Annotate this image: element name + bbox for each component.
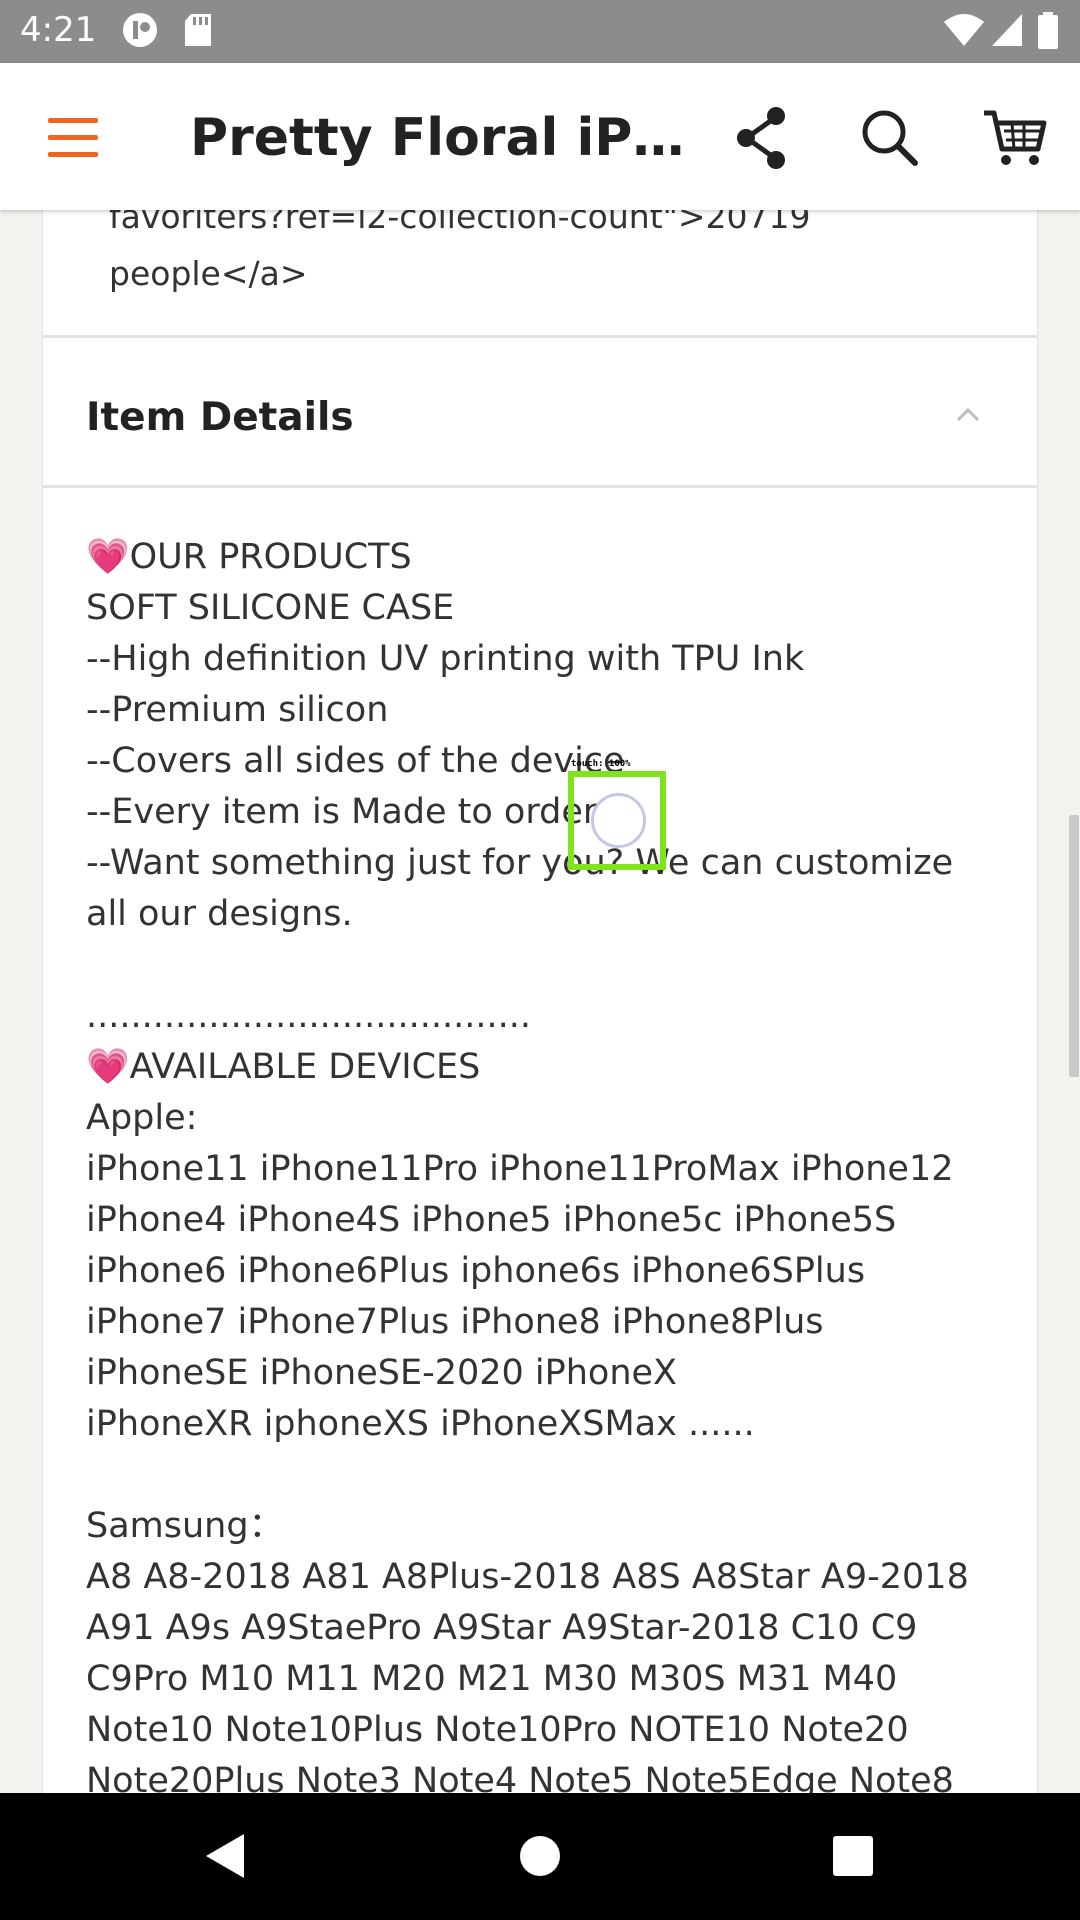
- detail-line: ........................................: [86, 996, 532, 1036]
- home-icon[interactable]: [515, 1828, 565, 1888]
- detail-line: Note20Plus Note3 Note4 Note5 Note5Edge N…: [86, 1761, 954, 1793]
- menu-button[interactable]: [38, 103, 108, 173]
- page-title: Pretty Floral iPho...: [190, 108, 690, 168]
- recents-icon[interactable]: [828, 1828, 878, 1888]
- favorites-text: favoriters?ref=l2-collection-count">2071…: [109, 210, 989, 302]
- detail-line: 💗AVAILABLE DEVICES: [86, 1047, 481, 1087]
- sd-card-icon: [183, 12, 213, 52]
- detail-line: 💗OUR PRODUCTS: [86, 537, 412, 577]
- detail-line: --Premium silicon: [86, 690, 389, 730]
- detail-line: all our designs.: [86, 894, 353, 934]
- detail-line: --High definition UV printing with TPU I…: [86, 639, 805, 679]
- detail-line: A91 A9s A9StaePro A9Star A9Star-2018 C10…: [86, 1608, 918, 1648]
- battery-icon: [1036, 12, 1060, 54]
- favorites-line-2: people</a>: [109, 254, 308, 293]
- detail-line: iPhone11 iPhone11Pro iPhone11ProMax iPho…: [86, 1149, 954, 1189]
- detail-line: Samsung：: [86, 1506, 284, 1546]
- detail-line: A8 A8-2018 A81 A8Plus-2018 A8S A8Star A9…: [86, 1557, 969, 1597]
- detail-line: iPhone6 iPhone6Plus iphone6s iPhone6SPlu…: [86, 1251, 866, 1291]
- app-bar: Pretty Floral iPho...: [0, 63, 1080, 210]
- item-details-description: 💗OUR PRODUCTS SOFT SILICONE CASE --High …: [86, 532, 996, 1793]
- detail-line: C9Pro M10 M11 M20 M21 M30 M30S M31 M40: [86, 1659, 898, 1699]
- status-time: 4:21: [20, 10, 97, 50]
- system-nav-bar: [0, 1793, 1080, 1920]
- item-details-title: Item Details: [86, 395, 354, 440]
- favorites-line-1: favoriters?ref=l2-collection-count">2071…: [109, 210, 811, 236]
- detail-line: [86, 1450, 996, 1501]
- detail-line: iPhone4 iPhone4S iPhone5 iPhone5c iPhone…: [86, 1200, 897, 1240]
- touch-label: touch: 100%: [571, 759, 631, 769]
- cart-button[interactable]: [980, 103, 1050, 173]
- back-icon[interactable]: [200, 1828, 250, 1888]
- share-button[interactable]: [728, 103, 798, 173]
- detail-line: iPhoneXR iphoneXS iPhoneXSMax ......: [86, 1404, 755, 1444]
- wifi-icon: [942, 12, 986, 52]
- signal-icon: [990, 12, 1024, 52]
- detail-line: Apple:: [86, 1098, 198, 1138]
- detail-line: --Want something just for you? We can cu…: [86, 843, 954, 883]
- listing-card: favoriters?ref=l2-collection-count">2071…: [42, 210, 1038, 1793]
- divider: [43, 335, 1037, 338]
- detail-line: SOFT SILICONE CASE: [86, 588, 455, 628]
- cart-icon: [980, 110, 1050, 177]
- notification-icon: [122, 12, 158, 52]
- status-bar: 4:21: [0, 0, 1080, 63]
- search-icon: [855, 110, 925, 177]
- chevron-up-icon: [948, 400, 988, 430]
- detail-line: --Covers all sides of the device: [86, 741, 625, 781]
- scrollbar[interactable]: [1069, 815, 1079, 1077]
- share-icon: [728, 107, 798, 177]
- detail-line: Note10 Note10Plus Note10Pro NOTE10 Note2…: [86, 1710, 909, 1750]
- search-button[interactable]: [855, 103, 925, 173]
- divider: [43, 485, 1037, 488]
- detail-line: iPhone7 iPhone7Plus iPhone8 iPhone8Plus: [86, 1302, 824, 1342]
- detail-line: --Every item is Made to order: [86, 792, 598, 832]
- touch-point-indicator: [591, 793, 646, 848]
- menu-icon: [38, 118, 108, 177]
- content-scroll-area[interactable]: favoriters?ref=l2-collection-count">2071…: [0, 210, 1080, 1793]
- detail-line: iPhoneSE iPhoneSE-2020 iPhoneX: [86, 1353, 678, 1393]
- detail-line: [86, 940, 996, 991]
